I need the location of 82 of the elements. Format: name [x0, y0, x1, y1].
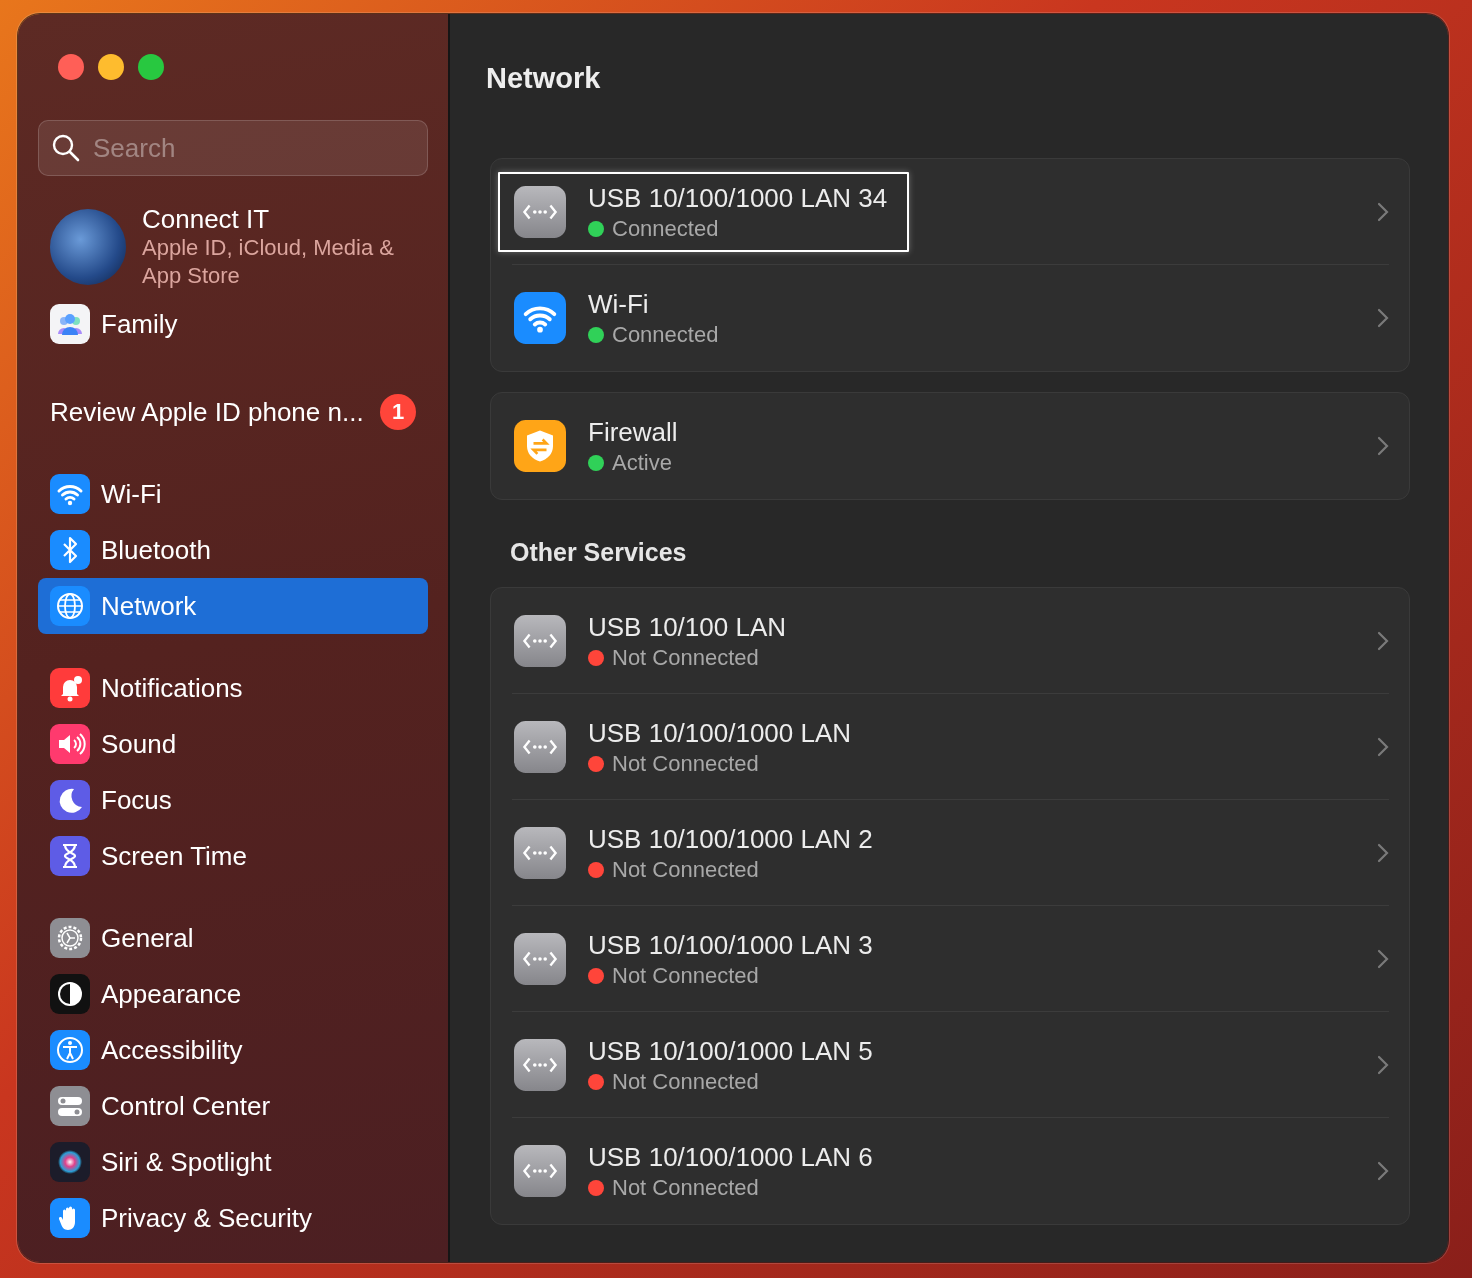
sidebar-item[interactable]: Network: [38, 578, 428, 634]
service-status: Not Connected: [612, 645, 759, 671]
network-service-row[interactable]: USB 10/100/1000 LAN 2 Not Connected: [491, 800, 1389, 906]
sidebar-item[interactable]: Screen Time: [38, 828, 428, 884]
ethernet-icon: [514, 615, 566, 667]
chevron-icon: [1377, 1161, 1389, 1181]
service-name: USB 10/100/1000 LAN 2: [588, 823, 873, 855]
ethernet-icon: [514, 827, 566, 879]
speaker-icon: [50, 724, 90, 764]
service-name: USB 10/100/1000 LAN 6: [588, 1141, 873, 1173]
sidebar-item[interactable]: Accessibility: [38, 1022, 428, 1078]
notification-badge: 1: [380, 394, 416, 430]
network-service-row[interactable]: USB 10/100 LAN Not Connected: [491, 588, 1389, 694]
bluetooth-icon: [50, 530, 90, 570]
chevron-icon: [1377, 436, 1389, 456]
window-minimize-button[interactable]: [98, 54, 124, 80]
toggles-icon: [50, 1086, 90, 1126]
chevron-icon: [1377, 308, 1389, 328]
service-status: Not Connected: [612, 963, 759, 989]
service-name: USB 10/100 LAN: [588, 611, 786, 643]
network-service-row[interactable]: USB 10/100/1000 LAN Not Connected: [491, 694, 1389, 800]
window-zoom-button[interactable]: [138, 54, 164, 80]
sidebar-item[interactable]: Control Center: [38, 1078, 428, 1134]
chevron-icon: [1377, 843, 1389, 863]
network-service-row[interactable]: USB 10/100/1000 LAN 3 Not Connected: [491, 906, 1389, 1012]
service-status: Connected: [612, 216, 719, 242]
search-icon: [52, 134, 80, 162]
network-service-row[interactable]: Firewall Active: [491, 393, 1389, 499]
service-name: Firewall: [588, 416, 678, 448]
chevron-icon: [1377, 631, 1389, 651]
sidebar-item[interactable]: Bluetooth: [38, 522, 428, 578]
gear-icon: [50, 918, 90, 958]
orb-icon: [50, 1142, 90, 1182]
service-name: USB 10/100/1000 LAN 3: [588, 929, 873, 961]
sidebar-item[interactable]: Privacy & Security: [38, 1190, 428, 1246]
ethernet-icon: [514, 1145, 566, 1197]
chevron-icon: [1377, 202, 1389, 222]
service-status: Active: [612, 450, 672, 476]
service-name: Wi-Fi: [588, 288, 650, 320]
wifi-icon: [50, 474, 90, 514]
sidebar-item[interactable]: Sound: [38, 716, 428, 772]
people-icon: [50, 304, 90, 344]
chevron-icon: [1377, 737, 1389, 757]
service-name: USB 10/100/1000 LAN 34: [588, 182, 888, 214]
ethernet-icon: [514, 1039, 566, 1091]
sidebar-item[interactable]: Siri & Spotlight: [38, 1134, 428, 1190]
notice-item[interactable]: Review Apple ID phone n...: [50, 396, 364, 428]
moon-icon: [50, 780, 90, 820]
wifi-icon: [514, 292, 566, 344]
globe-icon: [50, 586, 90, 626]
service-name: USB 10/100/1000 LAN 5: [588, 1035, 873, 1067]
service-status: Not Connected: [612, 857, 759, 883]
page-title: Network: [486, 61, 602, 94]
chevron-icon: [1377, 1055, 1389, 1075]
accessibility-icon: [50, 1030, 90, 1070]
network-service-row[interactable]: USB 10/100/1000 LAN 34 Connected: [491, 159, 1389, 265]
service-status: Not Connected: [612, 751, 759, 777]
account-name[interactable]: Connect IT: [142, 204, 428, 234]
network-service-row[interactable]: Wi-Fi Connected: [491, 265, 1389, 371]
account-subtitle: Apple ID, iCloud, Media & App Store: [142, 234, 395, 290]
sidebar-item[interactable]: General: [38, 910, 428, 966]
network-service-row[interactable]: USB 10/100/1000 LAN 6 Not Connected: [491, 1118, 1389, 1224]
ethernet-icon: [514, 721, 566, 773]
service-status: Not Connected: [612, 1069, 759, 1095]
hourglass-icon: [50, 836, 90, 876]
ethernet-icon: [514, 933, 566, 985]
hand-icon: [50, 1198, 90, 1238]
service-status: Not Connected: [612, 1175, 759, 1201]
sidebar-item[interactable]: Focus: [38, 772, 428, 828]
bell-icon: [50, 668, 90, 708]
section-heading: Other Services: [510, 538, 688, 567]
ethernet-icon: [514, 186, 566, 238]
sidebar-item[interactable]: Wi-Fi: [38, 466, 428, 522]
sidebar-item[interactable]: Appearance: [38, 966, 428, 1022]
window-close-button[interactable]: [58, 54, 84, 80]
shield-icon: [514, 420, 566, 472]
service-name: USB 10/100/1000 LAN: [588, 717, 852, 749]
sidebar-item[interactable]: Notifications: [38, 660, 428, 716]
chevron-icon: [1377, 949, 1389, 969]
network-service-row[interactable]: USB 10/100/1000 LAN 5 Not Connected: [491, 1012, 1389, 1118]
service-status: Connected: [612, 322, 719, 348]
sidebar-item[interactable]: Family: [38, 296, 428, 352]
